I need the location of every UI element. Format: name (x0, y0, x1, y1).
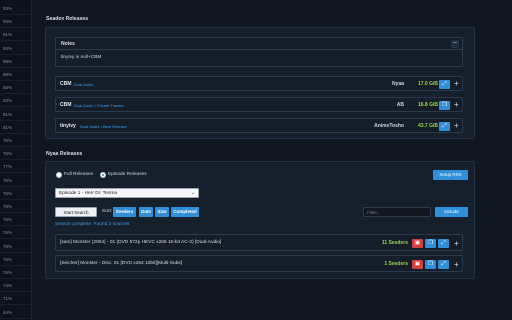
progress-percent: 85% (0, 81, 31, 95)
progress-percent: 76% (0, 226, 31, 240)
release-size: 16.8 GiB (417, 102, 438, 108)
release-group: CBM (60, 81, 72, 87)
release-tags: Dual Audio (74, 82, 94, 87)
nyaa-result-row: [Seicher] Monster - Disc. 01 [DVD x264 1… (55, 255, 463, 272)
notes-header: Notes – (56, 38, 462, 50)
progress-percent: 64% (0, 306, 31, 319)
radio-episode-label: Episode Releases (108, 172, 147, 177)
add-release-button[interactable]: + (454, 121, 459, 130)
release-size: 17.0 GiB (417, 81, 438, 87)
progress-percent: 77% (0, 160, 31, 174)
seadex-release-row: CBM Dual Audio Nyaa 17.0 GiB ⤢ + (55, 76, 463, 91)
seadex-section-title: Seadex Releases (46, 16, 89, 22)
progress-percent: 76% (0, 134, 31, 147)
seadex-release-row: tinyivy Dual Audio • Best Release AnimeT… (55, 118, 463, 133)
result-seeders: 11 Seeders (381, 240, 408, 246)
setup-rss-button[interactable]: Setup RSS (433, 170, 468, 180)
progress-percent: 81% (0, 121, 31, 134)
progress-percent: 93% (0, 2, 31, 15)
progress-percent: 76% (0, 187, 31, 200)
copy-icon[interactable]: ❐ (425, 239, 436, 248)
release-tags: Dual Audio • Best Release (80, 124, 127, 129)
release-size: 43.7 GiB (417, 123, 438, 129)
radio-full-releases[interactable] (56, 172, 62, 178)
progress-percent: 86% (0, 68, 31, 81)
release-group: CBM (60, 102, 72, 108)
progress-percent: 76% (0, 200, 31, 213)
progress-percent: 76% (0, 213, 31, 227)
filter-input[interactable]: Filter... (363, 207, 431, 217)
progress-percent: 76% (0, 174, 31, 187)
seadex-panel: Notes – tinyivy is null+CBM CBM Dual Aud… (45, 27, 475, 139)
add-release-button[interactable]: + (454, 79, 459, 88)
delete-icon[interactable]: ▣ (412, 260, 423, 269)
chevron-down-icon: ⌄ (190, 190, 195, 196)
progress-percent: 91% (0, 28, 31, 42)
progress-percent: 76% (0, 266, 31, 279)
release-site: AnimeTosho (374, 123, 404, 129)
notes-collapse-button[interactable]: – (451, 40, 459, 48)
notes-box: Notes – tinyivy is null+CBM (55, 37, 463, 67)
result-title: [sam] Monster (2004) - 01 (DVD 572p HEVC… (60, 240, 222, 245)
sort-label: Sort: (102, 209, 113, 214)
main-content: Seadex Releases Notes – tinyivy is null+… (45, 0, 475, 320)
progress-percent: 83% (0, 94, 31, 108)
radio-full-label: Full Releases (64, 172, 94, 177)
notes-body: tinyivy is null+CBM (61, 55, 102, 60)
filter-placeholder: Filter... (367, 210, 381, 215)
progress-percent: 81% (0, 108, 31, 121)
release-tags: Dual Audio • Private Tracker (74, 103, 124, 108)
progress-percent: 74% (0, 279, 31, 293)
result-seeders: 1 Seeders (384, 261, 408, 267)
result-title: [Seicher] Monster - Disc. 01 [DVD x264 1… (60, 261, 183, 266)
copy-icon[interactable]: ❐ (439, 100, 450, 110)
release-group: tinyivy (60, 123, 76, 129)
progress-percent: 90% (0, 42, 31, 55)
radio-episode-releases[interactable] (100, 172, 106, 178)
nyaa-result-row: [sam] Monster (2004) - 01 (DVD 572p HEVC… (55, 234, 463, 251)
episode-select[interactable]: Episode 1 - Herr Dr. Tenma ⌄ (55, 188, 199, 198)
progress-percent: 92% (0, 15, 31, 29)
sort-completed-button[interactable]: Completed (171, 207, 199, 217)
link-icon[interactable]: ⤢ (438, 239, 449, 248)
seadex-release-row: CBM Dual Audio • Private Tracker AB 16.8… (55, 97, 463, 112)
sort-size-button[interactable]: Size (155, 207, 169, 217)
add-release-button[interactable]: + (454, 100, 459, 109)
nyaa-panel: Full Releases Episode Releases Setup RSS… (45, 161, 475, 279)
episode-select-value: Episode 1 - Herr Dr. Tenma (59, 191, 118, 196)
sort-date-button[interactable]: Date (139, 207, 153, 217)
start-search-button[interactable]: Start Search (55, 207, 97, 217)
search-status: Search complete. Found 2 sources (55, 222, 130, 227)
add-result-button[interactable]: + (454, 260, 459, 269)
include-button[interactable]: Include (435, 207, 468, 217)
progress-percent: 76% (0, 147, 31, 161)
add-result-button[interactable]: + (454, 239, 459, 248)
sort-seeders-button[interactable]: Seeders (113, 207, 136, 217)
progress-percent: 86% (0, 55, 31, 68)
link-icon[interactable]: ⤢ (439, 79, 450, 89)
progress-percent: 71% (0, 292, 31, 306)
notes-title: Notes (61, 41, 75, 47)
copy-icon[interactable]: ❐ (425, 260, 436, 269)
delete-icon[interactable]: ▣ (412, 239, 423, 248)
progress-percent: 76% (0, 240, 31, 253)
left-percentage-strip: 93% 92% 91% 90% 86% 86% 85% 83% 81% 81% 76% 76% 77% 7… (0, 0, 32, 320)
link-icon[interactable]: ⤢ (439, 121, 450, 131)
link-icon[interactable]: ⤢ (438, 260, 449, 269)
progress-percent: 76% (0, 253, 31, 266)
release-site: Nyaa (392, 81, 404, 87)
release-site: AB (396, 102, 404, 108)
nyaa-section-title: Nyaa Releases (46, 151, 83, 157)
